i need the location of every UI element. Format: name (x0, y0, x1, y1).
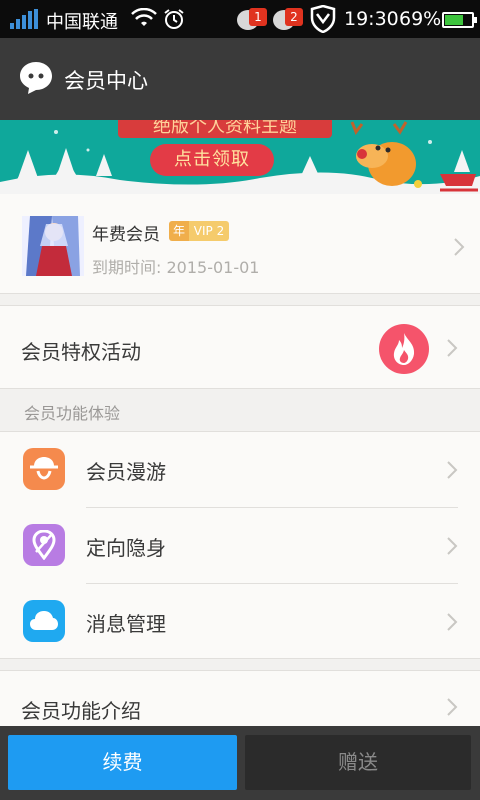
notification-badge-1: 1 (237, 6, 271, 32)
features-section-header: 会员功能体验 (24, 404, 121, 423)
feature-label: 会员漫游 (86, 460, 166, 484)
battery-icon (442, 12, 477, 28)
chevron-right-icon (447, 698, 458, 716)
signal-icon (10, 9, 38, 29)
privilege-activities-row[interactable]: 会员特权活动 (0, 305, 480, 389)
shield-icon (310, 5, 336, 33)
battery-fill (445, 15, 463, 25)
flame-icon (379, 324, 429, 374)
avatar[interactable] (22, 216, 84, 276)
chat-bubble-icon[interactable] (18, 60, 54, 96)
feature-introduction-label: 会员功能介绍 (21, 699, 141, 723)
battery-percent: 69% (399, 8, 442, 30)
cloud-icon (23, 600, 65, 642)
notification-badge-2: 2 (273, 6, 307, 32)
feature-message-management[interactable]: 消息管理 (0, 584, 480, 660)
chevron-right-icon (454, 238, 465, 256)
location-hide-icon (23, 524, 65, 566)
chevron-right-icon (447, 537, 458, 555)
year-badge: 年 (169, 221, 189, 241)
status-bar: 中国联通 1 2 19:30 69% (0, 0, 480, 38)
page-title: 会员中心 (64, 69, 148, 93)
promo-banner[interactable]: 绝版个人资料主题 点击领取 (0, 120, 480, 194)
app-header: 会员中心 (0, 38, 480, 120)
privilege-activities-label: 会员特权活动 (21, 340, 141, 364)
alarm-icon (164, 9, 184, 29)
chevron-right-icon (447, 461, 458, 479)
chevron-right-icon (447, 613, 458, 631)
claim-button[interactable]: 点击领取 (150, 144, 274, 176)
member-type: 年费会员 (92, 225, 160, 245)
roaming-icon (23, 448, 65, 490)
feature-stealth[interactable]: 定向隐身 (0, 508, 480, 584)
gift-button[interactable]: 赠送 (245, 735, 471, 790)
renew-button[interactable]: 续费 (8, 735, 237, 790)
membership-card[interactable]: 年费会员 年 VIP 2 到期时间: 2015-01-01 (0, 194, 480, 294)
feature-introduction-row[interactable]: 会员功能介绍 (0, 670, 480, 730)
expire-date: 到期时间: 2015-01-01 (92, 258, 260, 277)
features-list: 会员漫游 定向隐身 消息管理 (0, 431, 480, 659)
chevron-right-icon (447, 339, 458, 357)
bottom-action-bar: 续费 赠送 (0, 726, 480, 800)
banner-headline: 绝版个人资料主题 (118, 120, 332, 138)
wifi-icon (131, 8, 157, 26)
vip-level-badge: VIP 2 (189, 221, 229, 241)
feature-label: 消息管理 (86, 612, 166, 636)
clock: 19:30 (344, 8, 399, 30)
carrier-name: 中国联通 (46, 12, 118, 33)
feature-roaming[interactable]: 会员漫游 (0, 432, 480, 508)
feature-label: 定向隐身 (86, 536, 166, 560)
